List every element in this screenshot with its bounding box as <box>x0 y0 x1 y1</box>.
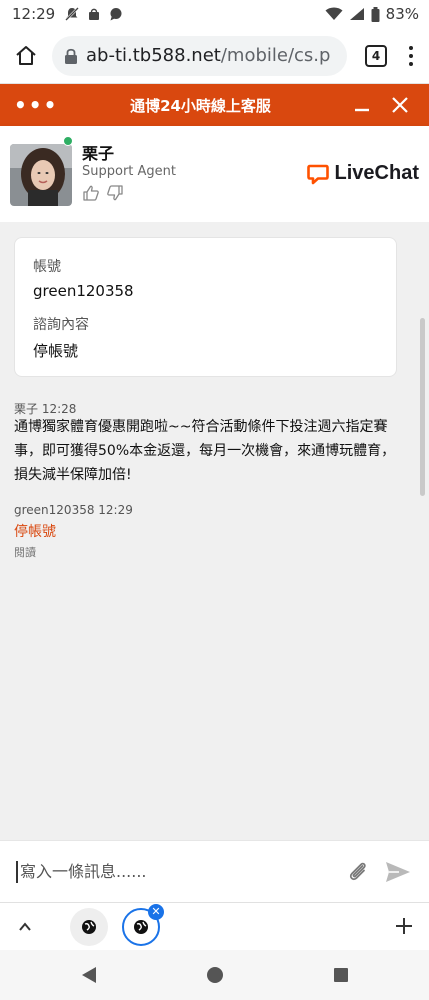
battery-level: 83% <box>385 5 419 23</box>
collapse-tabs-button[interactable] <box>10 919 40 935</box>
account-value: green120358 <box>33 282 134 300</box>
battery-icon <box>371 7 380 22</box>
agent-avatar <box>10 144 72 206</box>
chat-options-button[interactable]: ••• <box>14 93 56 117</box>
close-chat-button[interactable] <box>385 90 415 120</box>
status-time: 12:29 <box>12 5 56 23</box>
thumbs-down-icon[interactable] <box>106 184 124 206</box>
livechat-logo-icon <box>306 163 329 185</box>
minimize-button[interactable] <box>347 90 377 120</box>
signal-icon <box>349 7 365 21</box>
message-input[interactable] <box>20 862 335 881</box>
tab-strip: ✕ <box>0 902 429 950</box>
agent-role: Support Agent <box>82 164 177 179</box>
shopping-bag-icon <box>87 7 101 21</box>
new-tab-button[interactable] <box>395 912 413 942</box>
account-label: 帳號 <box>33 259 61 275</box>
menu-dot-icon <box>409 61 413 66</box>
home-nav-button[interactable] <box>200 960 230 990</box>
minimize-icon <box>355 108 369 112</box>
scrollbar[interactable] <box>420 318 425 496</box>
active-tab-thumbnail[interactable]: ✕ <box>122 903 164 946</box>
chat-header: ••• 通博24小時線上客服 <box>0 84 429 126</box>
user-message-text: 停帳號 <box>14 524 56 540</box>
agent-name: 栗子 <box>82 144 115 163</box>
send-icon <box>386 861 410 882</box>
online-status-indicator <box>63 136 73 146</box>
read-status: 閱讀 <box>14 546 36 559</box>
user-message-meta: green120358 12:29 <box>14 503 133 517</box>
menu-dot-icon <box>409 53 413 58</box>
thumbs-up-icon[interactable] <box>82 184 100 206</box>
agent-message-text: 通博獨家體育優惠開跑啦~~符合活動條件下投注週六指定賽事，即可獲得50%本金返還… <box>14 419 396 483</box>
wifi-icon <box>325 7 343 21</box>
livechat-logo: LiveChat <box>306 162 419 185</box>
back-button[interactable] <box>74 960 104 990</box>
paperclip-icon <box>349 862 366 880</box>
system-navigation-bar <box>0 950 429 1000</box>
url-path: /mobile/cs.p <box>220 45 331 66</box>
chat-bubble-icon <box>109 7 123 21</box>
inquiry-value: 停帳號 <box>33 342 79 360</box>
mute-notification-icon <box>65 7 80 21</box>
recents-button[interactable] <box>326 960 356 990</box>
status-bar: 12:29 83% <box>0 0 429 28</box>
lock-icon <box>64 48 78 64</box>
send-button[interactable] <box>381 855 415 889</box>
browser-toolbar: ab-ti.tb588.net/mobile/cs.p 4 <box>0 28 429 84</box>
message-composer <box>0 840 429 902</box>
prechat-form-card: 帳號 green120358 諮詢內容 停帳號 <box>14 237 397 377</box>
plus-icon <box>396 917 412 934</box>
inquiry-label: 諮詢內容 <box>33 317 89 333</box>
attach-button[interactable] <box>341 855 375 889</box>
close-tab-button[interactable]: ✕ <box>148 903 164 920</box>
browser-menu-button[interactable] <box>401 41 421 71</box>
rating-buttons <box>82 184 124 206</box>
text-caret <box>16 860 18 883</box>
back-triangle-icon <box>81 967 96 983</box>
tab-count-button[interactable]: 4 <box>365 44 387 67</box>
recents-square-icon <box>333 968 348 982</box>
address-bar[interactable]: ab-ti.tb588.net/mobile/cs.p <box>52 35 347 76</box>
url-host: ab-ti.tb588.net <box>86 45 221 66</box>
menu-dot-icon <box>409 45 413 50</box>
livechat-logo-text: LiveChat <box>334 162 419 184</box>
tab-thumbnail[interactable] <box>70 907 108 946</box>
globe-icon <box>134 919 148 934</box>
chat-title: 通博24小時線上客服 <box>130 96 271 115</box>
home-button[interactable] <box>8 38 44 74</box>
home-icon <box>16 45 36 65</box>
close-icon <box>392 97 408 113</box>
chevron-up-icon <box>19 921 31 931</box>
agent-card: 栗子 Support Agent LiveChat <box>0 126 429 222</box>
globe-icon <box>82 919 96 934</box>
home-circle-icon <box>206 967 223 983</box>
message-list[interactable]: 帳號 green120358 諮詢內容 停帳號 栗子 12:28 通博獨家體育優… <box>0 222 429 840</box>
